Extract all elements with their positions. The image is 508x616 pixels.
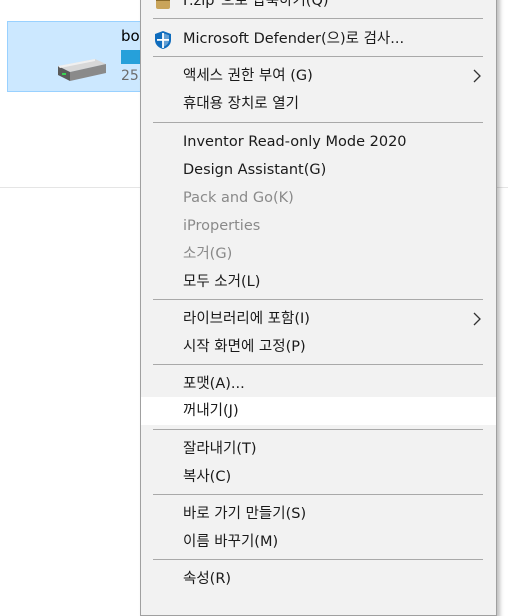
- menu-item-copy[interactable]: 복사(C): [141, 463, 496, 491]
- menu-item-pack-and-go: Pack and Go(K): [141, 184, 496, 212]
- menu-item-label: Inventor Read-only Mode 2020: [183, 134, 407, 150]
- menu-item-label: 꺼내기(J): [183, 403, 239, 419]
- menu-item-iproperties: iProperties: [141, 212, 496, 240]
- menu-item-format[interactable]: 포맷(A)...: [141, 370, 496, 398]
- menu-item-defender-scan[interactable]: Microsoft Defender(으)로 검사...: [141, 25, 496, 53]
- menu-item-properties[interactable]: 속성(R): [141, 565, 496, 593]
- menu-item-label: F.zip"으로 압축하기(Q): [183, 0, 329, 9]
- menu-item-cut[interactable]: 잘라내기(T): [141, 435, 496, 463]
- menu-item-label: 휴대용 장치로 열기: [183, 96, 299, 112]
- context-menu: F.zip"으로 압축하기(Q) Microsoft Defender(으)로 …: [140, 0, 497, 616]
- hard-drive-icon: [58, 59, 106, 81]
- menu-separator: [153, 56, 483, 57]
- menu-item-design-assistant[interactable]: Design Assistant(G): [141, 156, 496, 184]
- menu-item-label: 소거(G): [183, 246, 233, 262]
- menu-separator: [153, 122, 483, 123]
- menu-item-label: 바로 가기 만들기(S): [183, 506, 307, 522]
- menu-item-label: Microsoft Defender(으)로 검사...: [183, 31, 405, 47]
- menu-item-include-library[interactable]: 라이브러리에 포함(I): [141, 305, 496, 333]
- menu-item-label: 포맷(A)...: [183, 376, 245, 392]
- menu-item-label: 모두 소거(L): [183, 274, 261, 290]
- chevron-right-icon: [473, 312, 481, 326]
- menu-item-label: iProperties: [183, 218, 261, 234]
- menu-separator: [153, 18, 483, 19]
- menu-separator: [153, 299, 483, 300]
- menu-item-purge: 소거(G): [141, 240, 496, 268]
- menu-item-label: 라이브러리에 포함(I): [183, 311, 310, 327]
- menu-item-eject[interactable]: 꺼내기(J): [141, 397, 496, 425]
- menu-separator: [153, 364, 483, 365]
- menu-item-purge-all[interactable]: 모두 소거(L): [141, 268, 496, 296]
- archive-icon: [156, 0, 170, 9]
- menu-separator: [153, 429, 483, 430]
- menu-item-label: Design Assistant(G): [183, 162, 327, 178]
- menu-item-create-shortcut[interactable]: 바로 가기 만들기(S): [141, 500, 496, 528]
- menu-item-inventor-readonly[interactable]: Inventor Read-only Mode 2020: [141, 128, 496, 156]
- menu-item-label: 잘라내기(T): [183, 441, 257, 457]
- chevron-right-icon: [473, 69, 481, 83]
- menu-separator: [153, 494, 483, 495]
- menu-item-label: 속성(R): [183, 571, 232, 587]
- menu-item-rename[interactable]: 이름 바꾸기(M): [141, 528, 496, 556]
- menu-separator: [153, 559, 483, 560]
- menu-item-compress-zip[interactable]: F.zip"으로 압축하기(Q): [141, 0, 496, 15]
- menu-item-label: Pack and Go(K): [183, 190, 294, 206]
- menu-item-give-access[interactable]: 액세스 권한 부여 (G): [141, 62, 496, 90]
- menu-item-label: 복사(C): [183, 469, 232, 485]
- menu-item-open-portable[interactable]: 휴대용 장치로 열기: [141, 90, 496, 118]
- shield-icon: [155, 31, 171, 49]
- menu-item-label: 시작 화면에 고정(P): [183, 339, 306, 355]
- menu-item-label: 액세스 권한 부여 (G): [183, 68, 313, 84]
- drive-name: bo: [121, 27, 140, 45]
- menu-item-pin-start[interactable]: 시작 화면에 고정(P): [141, 333, 496, 361]
- menu-item-label: 이름 바꾸기(M): [183, 534, 279, 550]
